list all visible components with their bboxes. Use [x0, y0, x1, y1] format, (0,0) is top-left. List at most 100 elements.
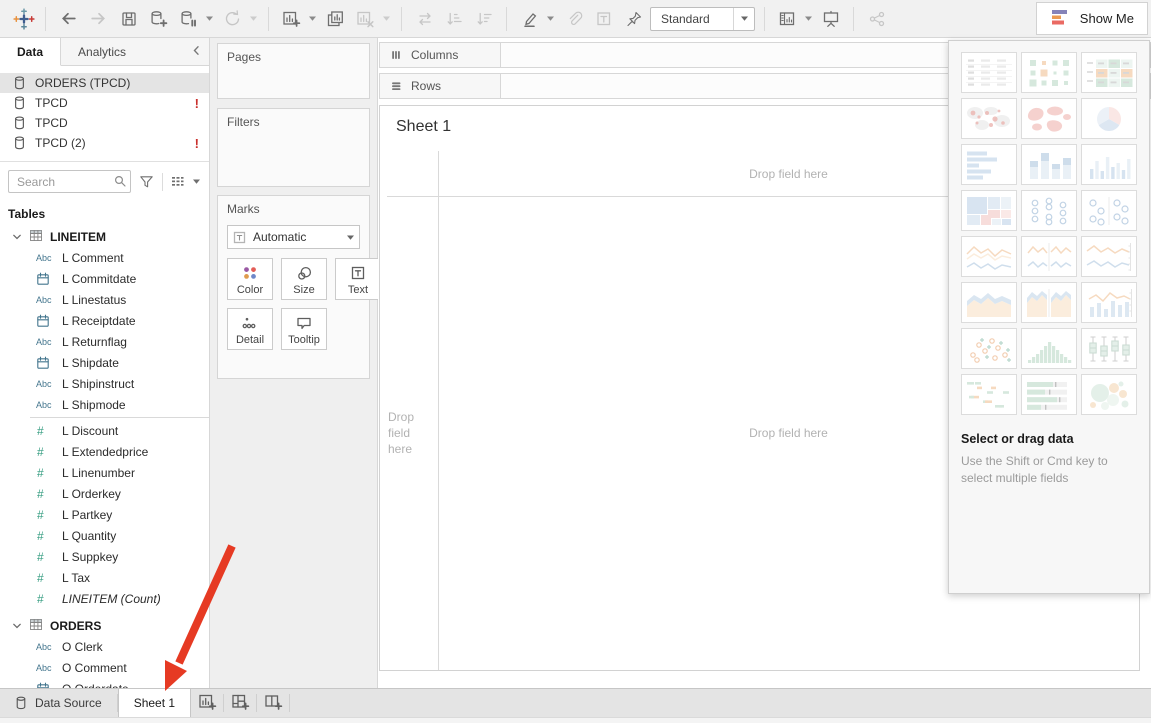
data-source-item[interactable]: TPCD!: [0, 93, 209, 113]
field-item[interactable]: #L Tax: [0, 567, 209, 588]
filters-shelf[interactable]: Filters: [217, 108, 370, 187]
showme-thumb-histogram[interactable]: [1021, 328, 1077, 369]
field-item[interactable]: #L Quantity: [0, 525, 209, 546]
field-item[interactable]: AbcL Comment: [0, 247, 209, 268]
showme-thumb-filled-map[interactable]: [1021, 98, 1077, 139]
tooltip-button[interactable]: Tooltip: [281, 308, 327, 350]
pages-shelf[interactable]: Pages: [217, 43, 370, 99]
showme-thumb-scatter-plot[interactable]: [961, 328, 1017, 369]
highlight-button[interactable]: [516, 5, 543, 32]
showme-thumb-bullet-graph[interactable]: [1021, 374, 1077, 415]
field-item[interactable]: #L Suppkey: [0, 546, 209, 567]
clear-sheet-button[interactable]: [352, 5, 379, 32]
field-item[interactable]: #L Extendedprice: [0, 441, 209, 462]
showme-thumb-side-by-side-bars[interactable]: [1081, 144, 1137, 185]
chevron-down-icon[interactable]: [733, 8, 754, 30]
size-button[interactable]: Size: [281, 258, 327, 300]
field-item[interactable]: O Orderdate: [0, 678, 209, 688]
table-group-header[interactable]: ORDERS: [0, 615, 209, 636]
chevron-down-icon[interactable]: [12, 233, 22, 241]
showme-thumb-heat-map[interactable]: [1021, 52, 1077, 93]
chevron-down-icon[interactable]: [12, 622, 22, 630]
field-item[interactable]: L Receiptdate: [0, 310, 209, 331]
field-item[interactable]: AbcL Linestatus: [0, 289, 209, 310]
highlight-button-caret-icon[interactable]: [546, 6, 557, 32]
view-options-icon[interactable]: [171, 175, 184, 189]
sort-descending-button[interactable]: [471, 5, 498, 32]
showme-thumb-gantt[interactable]: [961, 374, 1017, 415]
field-item[interactable]: L Commitdate: [0, 268, 209, 289]
show-hide-cards-button-caret-icon[interactable]: [804, 6, 815, 32]
field-item[interactable]: AbcL Returnflag: [0, 331, 209, 352]
showme-thumb-stacked-bars[interactable]: [1021, 144, 1077, 185]
filter-fields-icon[interactable]: [139, 175, 154, 189]
group-members-button[interactable]: [560, 5, 587, 32]
showme-thumb-box-and-whisker[interactable]: [1081, 328, 1137, 369]
data-source-item[interactable]: ORDERS (TPCD): [0, 73, 209, 93]
undo-button[interactable]: [55, 5, 82, 32]
sort-ascending-button[interactable]: [441, 5, 468, 32]
showme-thumb-circle-views[interactable]: [1021, 190, 1077, 231]
presentation-mode-button[interactable]: [818, 5, 845, 32]
collapse-pane-button[interactable]: [183, 38, 209, 65]
tab-data-source[interactable]: Data Source: [0, 689, 117, 717]
show-hide-cards-button[interactable]: [774, 5, 801, 32]
clear-sheet-button-caret-icon[interactable]: [382, 6, 393, 32]
text-button[interactable]: Text: [335, 258, 381, 300]
pause-auto-updates-button-caret-icon[interactable]: [205, 6, 216, 32]
tab-data[interactable]: Data: [0, 38, 61, 66]
tab-analytics[interactable]: Analytics: [61, 38, 143, 65]
view-options-caret-icon[interactable]: [192, 178, 201, 185]
showme-thumb-dual-combination[interactable]: [1081, 282, 1137, 323]
showme-thumb-pie-chart[interactable]: [1081, 98, 1137, 139]
field-item[interactable]: AbcO Clerk: [0, 636, 209, 657]
pause-auto-updates-button[interactable]: [175, 5, 202, 32]
field-item[interactable]: #L Discount: [0, 420, 209, 441]
new-worksheet-button-caret-icon[interactable]: [308, 6, 319, 32]
duplicate-sheet-button[interactable]: [322, 5, 349, 32]
chevron-down-icon[interactable]: [341, 234, 359, 241]
showme-thumb-discrete-lines[interactable]: [1021, 236, 1077, 277]
showme-thumb-continuous-area[interactable]: [961, 282, 1017, 323]
search-input[interactable]: [8, 170, 131, 193]
field-item[interactable]: AbcL Shipinstruct: [0, 373, 209, 394]
new-story-button[interactable]: [257, 689, 289, 717]
showme-thumb-horizontal-bars[interactable]: [961, 144, 1017, 185]
new-worksheet-button[interactable]: [278, 5, 305, 32]
tab-sheet-1[interactable]: Sheet 1: [118, 689, 191, 717]
detail-button[interactable]: Detail: [227, 308, 273, 350]
show-me-button[interactable]: Show Me: [1036, 2, 1148, 35]
showme-thumb-treemap[interactable]: [961, 190, 1017, 231]
data-source-item[interactable]: TPCD: [0, 113, 209, 133]
new-dashboard-button[interactable]: [224, 689, 256, 717]
table-group-header[interactable]: LINEITEM: [0, 226, 209, 247]
fix-axes-button[interactable]: [620, 5, 647, 32]
data-source-item[interactable]: TPCD (2)!: [0, 133, 209, 153]
showme-thumb-discrete-area[interactable]: [1021, 282, 1077, 323]
new-data-source-button[interactable]: [145, 5, 172, 32]
field-item[interactable]: #L Partkey: [0, 504, 209, 525]
field-item[interactable]: AbcL Shipmode: [0, 394, 209, 415]
fit-selector[interactable]: Standard: [650, 7, 755, 31]
field-item[interactable]: #L Orderkey: [0, 483, 209, 504]
swap-rows-columns-button[interactable]: [411, 5, 438, 32]
new-worksheet-tab-button[interactable]: [191, 689, 223, 717]
mark-type-dropdown[interactable]: Automatic: [227, 225, 360, 249]
show-mark-labels-button[interactable]: [590, 5, 617, 32]
color-button[interactable]: Color: [227, 258, 273, 300]
run-update-button[interactable]: [219, 5, 246, 32]
drop-zone-rows[interactable]: Drop field here: [388, 196, 438, 670]
showme-thumb-dual-lines[interactable]: [1081, 236, 1137, 277]
showme-thumb-text-table[interactable]: [961, 52, 1017, 93]
redo-button[interactable]: [85, 5, 112, 32]
share-button[interactable]: [863, 5, 890, 32]
run-update-button-caret-icon[interactable]: [249, 6, 260, 32]
field-item[interactable]: #L Linenumber: [0, 462, 209, 483]
field-item[interactable]: AbcO Comment: [0, 657, 209, 678]
field-item[interactable]: #LINEITEM (Count): [0, 588, 209, 609]
showme-thumb-continuous-lines[interactable]: [961, 236, 1017, 277]
showme-thumb-side-by-side-circles[interactable]: [1081, 190, 1137, 231]
field-item[interactable]: L Shipdate: [0, 352, 209, 373]
save-button[interactable]: [115, 5, 142, 32]
showme-thumb-packed-bubbles[interactable]: [1081, 374, 1137, 415]
